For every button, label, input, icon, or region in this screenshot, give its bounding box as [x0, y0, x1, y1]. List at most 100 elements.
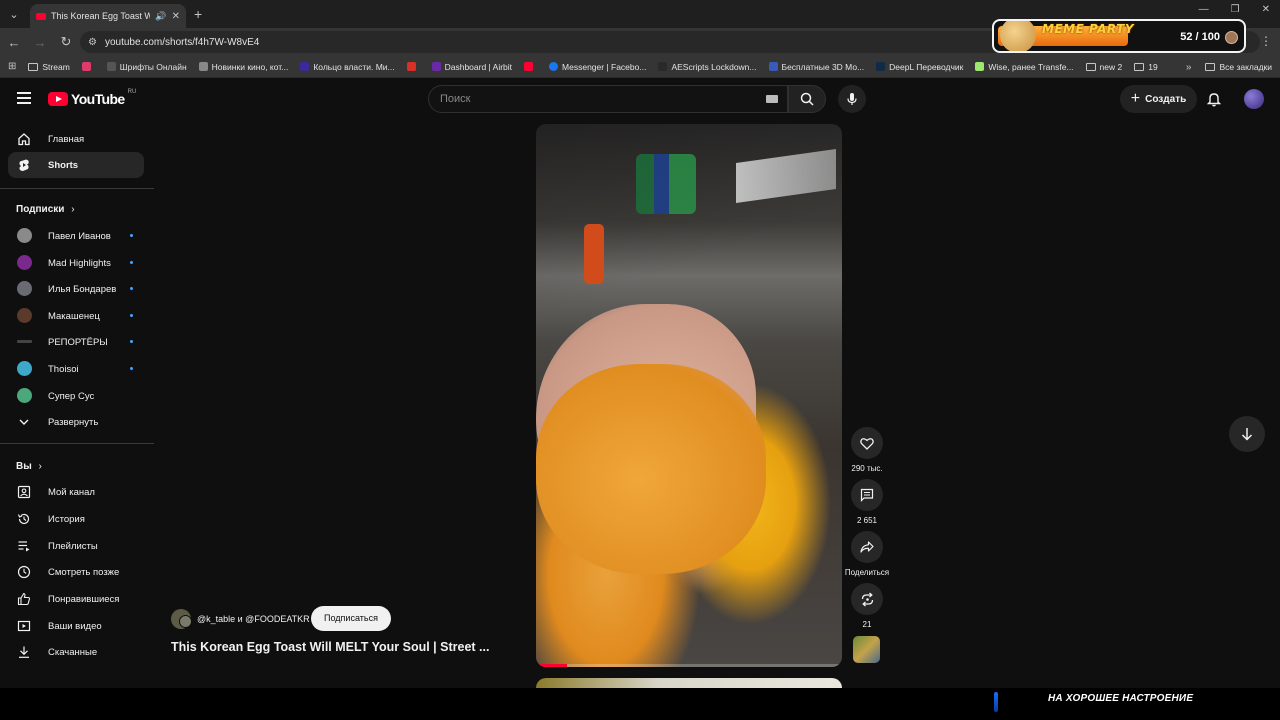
- youtube-header: YouTube RU Поиск + Создать: [0, 78, 1280, 120]
- sidebar-item-subscription[interactable]: Илья Бондарев: [8, 276, 144, 302]
- share-action: Поделиться: [845, 531, 889, 577]
- stream-caption: НА ХОРОШЕЕ НАСТРОЕНИЕ: [1048, 693, 1194, 704]
- back-icon[interactable]: ←: [2, 35, 26, 50]
- shorts-video-player[interactable]: [536, 124, 842, 667]
- notifications-button[interactable]: [1206, 91, 1222, 112]
- restore-icon[interactable]: ❐: [1231, 4, 1240, 15]
- like-button[interactable]: [851, 427, 883, 459]
- minimize-icon[interactable]: —: [1199, 4, 1209, 15]
- more-bookmarks-icon[interactable]: »: [1186, 62, 1192, 73]
- comments-button[interactable]: [851, 479, 883, 511]
- sound-thumbnail[interactable]: [853, 636, 880, 663]
- sidebar-item-history[interactable]: История: [8, 506, 144, 532]
- account-avatar[interactable]: [1244, 89, 1264, 109]
- sidebar-item-your-videos[interactable]: Ваши видео: [8, 613, 144, 639]
- bookmark-item[interactable]: AEScripts Lockdown...: [652, 62, 762, 72]
- sidebar: Главная Shorts Подписки › Павел Иванов M…: [0, 120, 154, 680]
- browser-tab-active[interactable]: This Korean Egg Toast Will M 🔊 ✕: [30, 4, 186, 28]
- remix-button[interactable]: [851, 583, 883, 615]
- folder-icon: [1134, 62, 1145, 71]
- bookmark-folder[interactable]: new 2: [1080, 62, 1129, 72]
- channel-avatar: [17, 340, 32, 343]
- sidebar-item-subscription[interactable]: Супер Сус: [8, 383, 144, 409]
- youtube-logo[interactable]: YouTube RU: [48, 89, 136, 107]
- remix-action: 21: [851, 583, 883, 629]
- sidebar-item-watch-later[interactable]: Смотреть позже: [8, 559, 144, 585]
- like-icon: [17, 592, 31, 606]
- bookmark-item[interactable]: [76, 62, 101, 71]
- facebook-icon: [549, 62, 559, 71]
- tab-search-button[interactable]: ⌄: [4, 4, 24, 24]
- browser-menu-icon[interactable]: ⋮: [1260, 34, 1272, 48]
- subscribe-button[interactable]: Подписаться: [311, 606, 391, 631]
- meme-party-widget: MEME PARTY 52 / 100: [992, 19, 1246, 53]
- logo-text: YouTube: [71, 91, 125, 107]
- sidebar-item-shorts[interactable]: Shorts: [8, 152, 144, 178]
- coin-icon: [1225, 31, 1238, 44]
- sidebar-item-subscription[interactable]: РЕПОРТЁРЫ: [8, 329, 144, 355]
- bookmark-item[interactable]: DeepL Переводчик: [870, 62, 969, 72]
- sidebar-item-playlists[interactable]: Плейлисты: [8, 533, 144, 559]
- apps-icon[interactable]: ⊞: [0, 61, 22, 72]
- you-heading[interactable]: Вы ›: [16, 461, 42, 472]
- create-label: Создать: [1145, 93, 1187, 105]
- sidebar-item-expand[interactable]: Развернуть: [8, 409, 144, 435]
- bookmark-item[interactable]: [401, 62, 426, 71]
- sidebar-item-home[interactable]: Главная: [8, 126, 144, 152]
- sidebar-divider: [0, 443, 154, 444]
- sidebar-item-downloads[interactable]: Скачанные: [8, 639, 144, 665]
- forward-icon[interactable]: →: [28, 35, 52, 50]
- bookmark-folder[interactable]: 19: [1128, 62, 1163, 72]
- channel-name[interactable]: @k_table и @FOODEATKR: [197, 614, 310, 624]
- video-frame-detail: [584, 224, 604, 284]
- create-button[interactable]: + Создать: [1120, 85, 1197, 113]
- bell-icon: [1206, 93, 1222, 107]
- bookmark-item[interactable]: Бесплатные 3D Мо...: [763, 62, 871, 72]
- window-controls: — ❐ ✕: [1199, 4, 1270, 15]
- sidebar-item-subscription[interactable]: Thoisoi: [8, 356, 144, 382]
- collab-channel-avatar[interactable]: [179, 615, 192, 628]
- video-progress-bar[interactable]: [536, 664, 842, 667]
- share-button[interactable]: [851, 531, 883, 563]
- site-info-icon[interactable]: ⚙: [88, 37, 97, 48]
- subscriptions-heading[interactable]: Подписки ›: [16, 204, 75, 215]
- bookmark-item[interactable]: [518, 62, 543, 71]
- bookmark-item[interactable]: Dashboard | Airbit: [426, 62, 518, 72]
- voice-search-button[interactable]: [838, 85, 866, 113]
- bookmark-item[interactable]: Wise, ранее Transfe...: [969, 62, 1079, 72]
- chevron-right-icon: ›: [71, 204, 75, 215]
- bookmark-item[interactable]: Новинки кино, кот...: [193, 62, 295, 72]
- new-content-dot: [130, 287, 133, 290]
- share-icon: [860, 541, 874, 553]
- sidebar-item-my-channel[interactable]: Мой канал: [8, 479, 144, 505]
- channel-avatar: [17, 361, 32, 376]
- menu-icon[interactable]: [17, 92, 31, 104]
- all-bookmarks[interactable]: Все закладки: [1205, 62, 1272, 72]
- bookmark-item[interactable]: Messenger | Facebo...: [543, 62, 652, 72]
- sidebar-item-subscription[interactable]: Павел Иванов: [8, 223, 144, 249]
- bookmark-item[interactable]: Stream: [22, 62, 75, 72]
- chevron-right-icon: ›: [38, 461, 42, 472]
- channel-avatar: [17, 255, 32, 270]
- new-content-dot: [130, 234, 133, 237]
- sidebar-item-liked[interactable]: Понравившиеся: [8, 586, 144, 612]
- sidebar-item-subscription[interactable]: Макашенец: [8, 303, 144, 329]
- search-input[interactable]: Поиск: [428, 85, 788, 113]
- close-tab-icon[interactable]: ✕: [172, 11, 180, 22]
- reload-icon[interactable]: ↻: [54, 34, 78, 50]
- remix-count: 21: [862, 620, 872, 629]
- new-tab-button[interactable]: +: [194, 6, 202, 22]
- bookmark-item[interactable]: Кольцо власти. Ми...: [294, 62, 400, 72]
- tab-title: This Korean Egg Toast Will M: [51, 11, 151, 21]
- like-count: 290 тыс.: [851, 464, 883, 473]
- short-title[interactable]: This Korean Egg Toast Will MELT Your Sou…: [171, 640, 489, 654]
- heart-icon: [860, 437, 874, 450]
- sidebar-item-subscription[interactable]: Mad Highlights: [8, 250, 144, 276]
- search-button[interactable]: [788, 85, 826, 113]
- speaker-icon[interactable]: 🔊: [155, 11, 166, 22]
- bookmark-item[interactable]: Шрифты Онлайн: [101, 62, 193, 72]
- close-window-icon[interactable]: ✕: [1262, 4, 1270, 15]
- keyboard-icon[interactable]: [766, 95, 778, 103]
- next-short-button[interactable]: [1229, 416, 1265, 452]
- bookmark-favicon-icon: [81, 62, 91, 71]
